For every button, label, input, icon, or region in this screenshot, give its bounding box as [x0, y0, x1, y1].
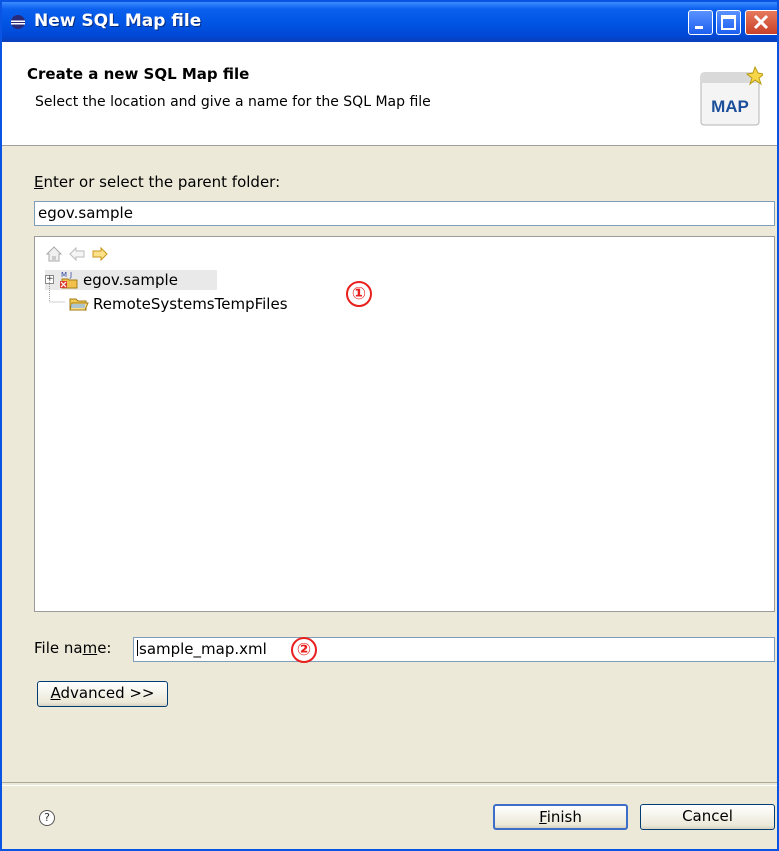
- folder-tree[interactable]: + MJ egov.sample RemoteSystemsTempFiles …: [34, 236, 775, 612]
- file-name-value: sample_map.xml: [139, 640, 267, 658]
- close-button[interactable]: [745, 10, 777, 35]
- help-icon[interactable]: ?: [39, 810, 55, 826]
- footer-divider: [2, 782, 777, 786]
- callout-marker-1: ①: [346, 281, 372, 307]
- minimize-button[interactable]: [688, 10, 713, 35]
- callout-marker-2: ②: [291, 637, 317, 663]
- svg-text:M: M: [61, 271, 67, 279]
- new-sql-map-dialog: New SQL Map file Create a new SQL Map fi…: [0, 0, 779, 851]
- tree-connector-line: [49, 280, 65, 303]
- wizard-header: Create a new SQL Map file Select the loc…: [2, 42, 777, 146]
- tree-item-egov-sample[interactable]: + MJ egov.sample: [45, 270, 217, 290]
- finish-button[interactable]: Finish: [493, 804, 628, 830]
- wizard-description: Select the location and give a name for …: [35, 94, 431, 110]
- cancel-button[interactable]: Cancel: [640, 804, 775, 830]
- sql-map-icon: MAP: [699, 65, 766, 131]
- window-title: New SQL Map file: [34, 11, 202, 31]
- parent-folder-input[interactable]: egov.sample: [34, 201, 775, 226]
- wizard-title: Create a new SQL Map file: [27, 65, 250, 83]
- text-caret: [137, 640, 138, 656]
- title-bar[interactable]: New SQL Map file: [2, 2, 777, 42]
- parent-folder-label: Enter or select the parent folder:: [34, 173, 281, 191]
- tree-item-label: RemoteSystemsTempFiles: [93, 295, 288, 313]
- svg-text:J: J: [69, 271, 72, 279]
- eclipse-icon: [10, 14, 26, 30]
- back-icon[interactable]: [68, 245, 86, 263]
- advanced-button[interactable]: Advanced >>: [37, 681, 168, 707]
- file-name-label: File name:: [34, 639, 112, 657]
- tree-item-label: egov.sample: [83, 271, 178, 289]
- folder-icon: [69, 294, 89, 314]
- forward-icon[interactable]: [91, 245, 109, 263]
- map-icon-text: MAP: [711, 97, 749, 116]
- maximize-button[interactable]: [716, 10, 741, 35]
- home-icon[interactable]: [45, 245, 63, 263]
- file-name-input[interactable]: sample_map.xml: [133, 637, 775, 662]
